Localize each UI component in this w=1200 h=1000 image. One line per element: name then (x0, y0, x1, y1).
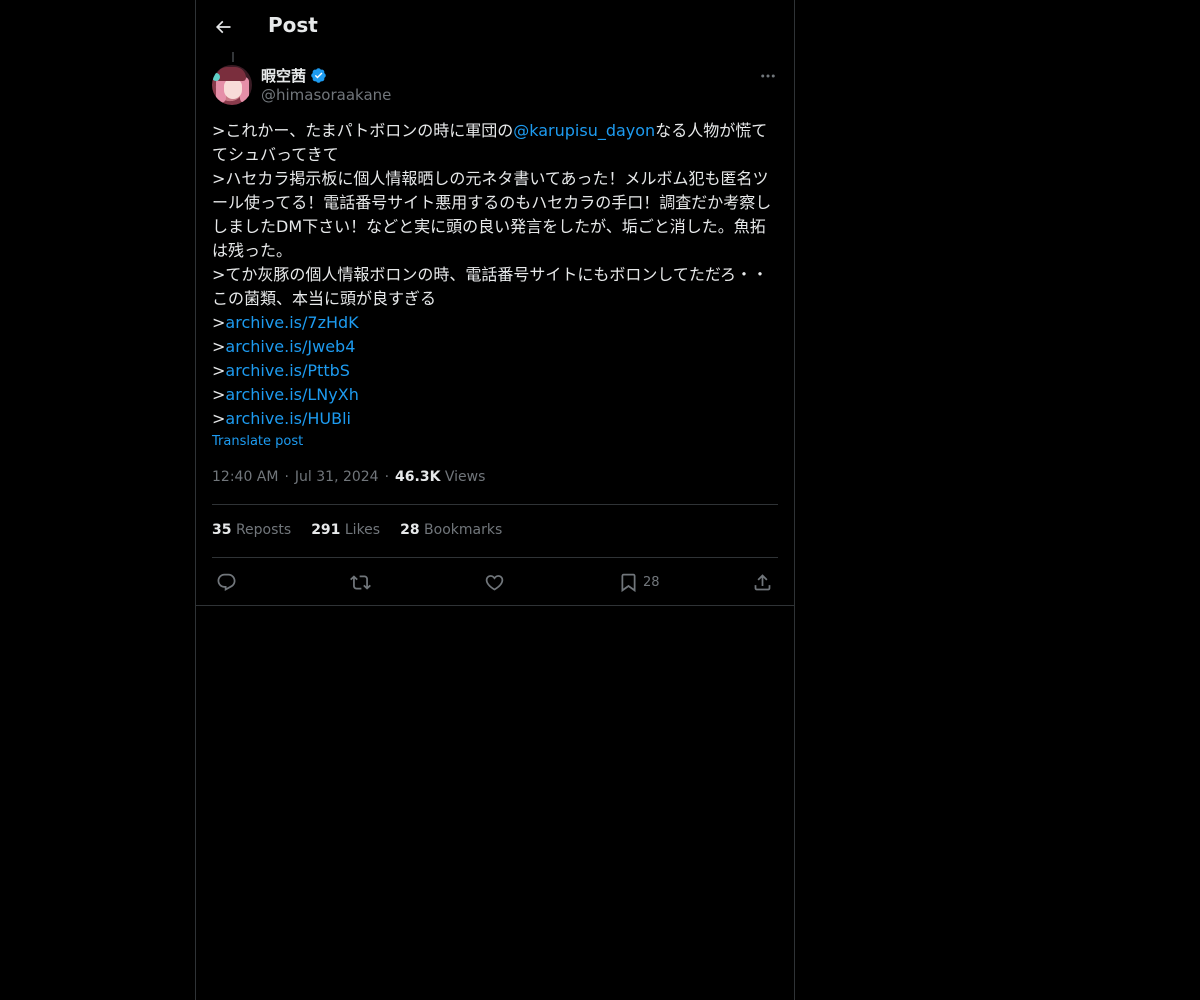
reply-icon (217, 573, 236, 591)
meta-separator: · (384, 469, 390, 485)
verified-badge-icon (311, 68, 326, 83)
archive-link[interactable]: archive.is/7zHdK (225, 313, 358, 332)
thread-connector (232, 52, 234, 62)
author-name[interactable]: 暇空茜 (261, 65, 327, 86)
repost-icon (350, 574, 371, 590)
archive-link[interactable]: archive.is/HUBli (225, 409, 351, 428)
like-button[interactable] (484, 569, 505, 595)
divider (212, 504, 778, 505)
engagement-stats: 35 Reposts 291 Likes 28 Bookmarks (212, 522, 502, 538)
share-icon (754, 573, 771, 590)
like-icon (485, 574, 504, 591)
bookmark-button[interactable]: 28 (618, 569, 660, 595)
views[interactable]: 46.3K Views (395, 469, 485, 485)
back-button[interactable] (208, 12, 238, 42)
author-handle[interactable]: @himasoraakane (261, 86, 391, 104)
archive-link[interactable]: archive.is/PttbS (225, 361, 350, 380)
tweet-paragraph: >これかー、たまパトボロンの時に軍団の@karupisu_dayonなる人物が慌… (212, 121, 768, 164)
meta-separator: · (284, 469, 289, 485)
author-display-name: 暇空茜 (261, 67, 307, 85)
archive-link[interactable]: archive.is/LNyXh (225, 385, 358, 404)
tweet-text: >これかー、たまパトボロンの時に軍団の@karupisu_dayonなる人物が慌… (212, 119, 778, 431)
bookmark-icon (621, 573, 636, 592)
likes-stat[interactable]: 291 Likes (311, 522, 380, 538)
translate-post-link[interactable]: Translate post (212, 434, 303, 449)
divider (212, 557, 778, 558)
views-label: Views (444, 469, 486, 485)
archive-line: >archive.is/PttbS (212, 361, 350, 380)
reposts-stat[interactable]: 35 Reposts (212, 522, 291, 538)
archive-line: >archive.is/HUBli (212, 409, 351, 428)
archive-line: >archive.is/Jweb4 (212, 337, 356, 356)
more-button[interactable] (756, 64, 780, 88)
mention-link[interactable]: @karupisu_dayon (513, 121, 655, 140)
repost-button[interactable] (350, 569, 371, 595)
reply-button[interactable] (216, 569, 237, 595)
post-time[interactable]: 12:40 AM (212, 469, 278, 485)
back-arrow-icon (215, 20, 231, 34)
post-date[interactable]: Jul 31, 2024 (295, 469, 379, 485)
tweet-paragraph: >てか灰豚の個人情報ボロンの時、電話番号サイトにもボロンしてただろ・・この菌類、… (212, 265, 768, 308)
archive-line: >archive.is/LNyXh (212, 385, 359, 404)
more-icon (761, 74, 775, 78)
post-column: Post 暇空茜 @himasoraakane >これかー、たまパトボロンの時に… (195, 0, 795, 1000)
post-header: Post (196, 0, 794, 54)
archive-link[interactable]: archive.is/Jweb4 (225, 337, 355, 356)
bookmarks-stat[interactable]: 28 Bookmarks (400, 522, 502, 538)
archive-line: >archive.is/7zHdK (212, 313, 359, 332)
avatar[interactable] (212, 65, 252, 105)
post-meta: 12:40 AM · Jul 31, 2024 · 46.3K Views (212, 469, 485, 485)
page-title: Post (268, 13, 318, 37)
tweet-paragraph: >ハセカラ掲示板に個人情報晒しの元ネタ書いてあった！メルボム犯も匿名ツール使って… (212, 169, 772, 260)
views-count: 46.3K (395, 469, 441, 485)
bookmark-count: 28 (643, 574, 660, 590)
share-button[interactable] (752, 569, 773, 595)
divider (196, 605, 794, 606)
